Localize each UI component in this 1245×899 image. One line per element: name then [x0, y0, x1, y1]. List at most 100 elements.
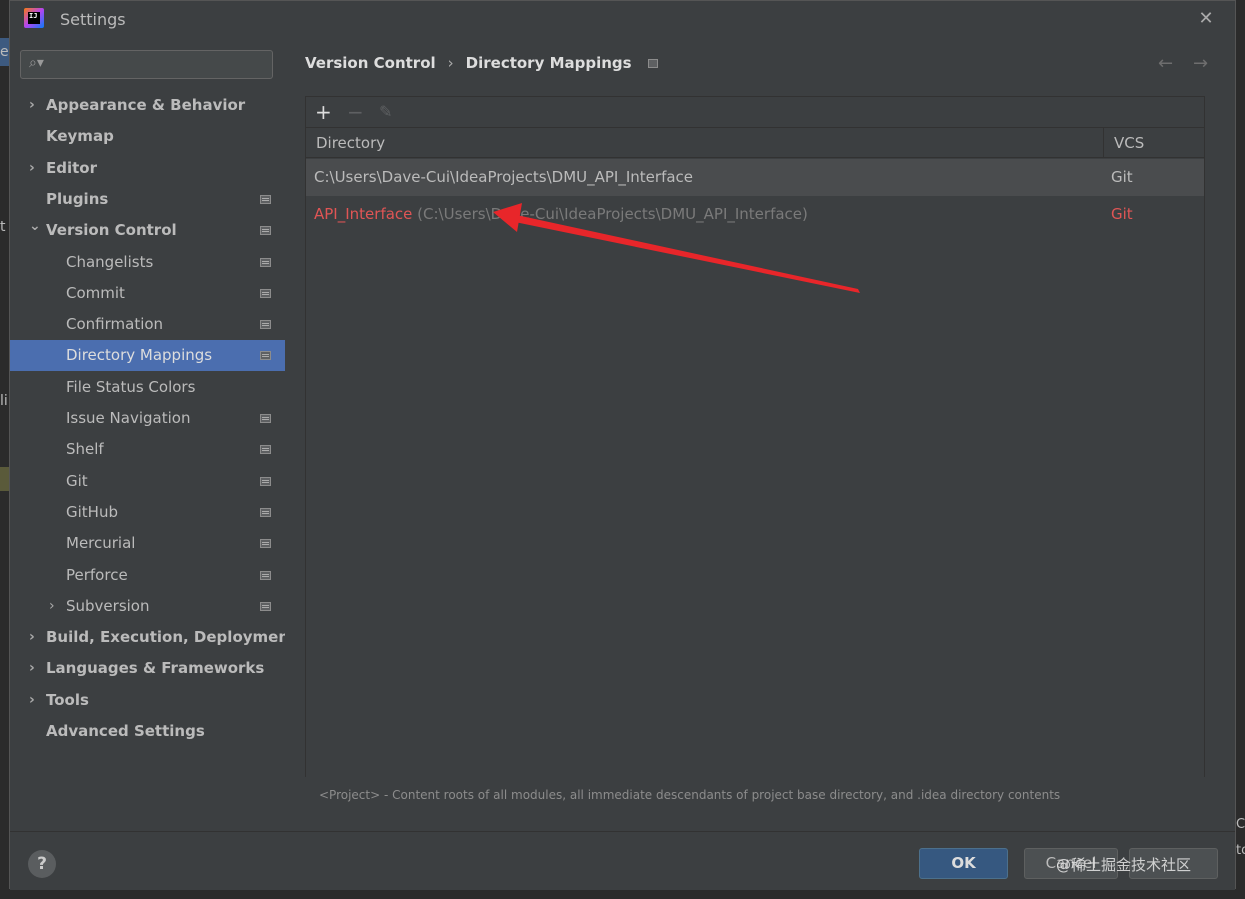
- table-row[interactable]: C:\Users\Dave-Cui\IdeaProjects\DMU_API_I…: [306, 159, 1204, 196]
- watermark: @稀土掘金技术社区: [1056, 856, 1192, 874]
- chevron-right-icon[interactable]: ›: [29, 685, 35, 716]
- background-text: to: [1236, 843, 1245, 858]
- row-root-name: API_Interface: [314, 205, 413, 223]
- project-scope-icon: [260, 194, 271, 204]
- sidebar-item-commit[interactable]: Commit: [10, 278, 285, 309]
- title-bar: IJ Settings ✕: [10, 1, 1235, 39]
- settings-dialog: IJ Settings ✕ ⌕▾ › Appearance & Behavior K…: [9, 0, 1236, 890]
- sidebar-item-file-status-colors[interactable]: File Status Colors: [10, 372, 285, 403]
- breadcrumb-current: Directory Mappings: [465, 54, 632, 72]
- chevron-right-icon[interactable]: ›: [29, 622, 35, 653]
- sidebar-item-tools[interactable]: › Tools: [10, 685, 285, 716]
- sidebar-item-label: Tools: [46, 690, 89, 709]
- sidebar-item-directory-mappings[interactable]: Directory Mappings: [10, 340, 285, 372]
- sidebar-item-label: Keymap: [46, 127, 114, 146]
- add-mapping-button[interactable]: +: [315, 100, 332, 124]
- sidebar-item-appearance-behavior[interactable]: › Appearance & Behavior: [10, 90, 285, 121]
- project-scope-icon: [260, 507, 271, 517]
- sidebar-item-label: Languages & Frameworks: [46, 659, 265, 678]
- sidebar-item-changelists[interactable]: Changelists: [10, 247, 285, 278]
- back-arrow-icon[interactable]: ←: [1158, 53, 1173, 74]
- row-directory: C:\Users\Dave-Cui\IdeaProjects\DMU_API_I…: [314, 168, 694, 186]
- chevron-right-icon[interactable]: ›: [29, 153, 35, 184]
- row-directory: API_Interface (C:\Users\Dave-Cui\IdeaPro…: [314, 196, 808, 233]
- background-ide-right: C to: [1236, 0, 1245, 899]
- mappings-toolbar: + − ✎: [306, 97, 1204, 128]
- sidebar-item-version-control[interactable]: ⌄ Version Control: [10, 215, 285, 246]
- project-scope-icon: [260, 414, 271, 423]
- chevron-right-icon[interactable]: ›: [49, 591, 55, 622]
- project-scope-icon: [260, 288, 271, 298]
- sidebar-item-label: Editor: [46, 158, 97, 177]
- breadcrumb-parent[interactable]: Version Control: [305, 54, 436, 72]
- background-text: t: [0, 219, 6, 235]
- remove-mapping-button[interactable]: −: [347, 100, 364, 124]
- project-scope-icon: [260, 351, 271, 361]
- background-ide-left: e t li: [0, 0, 9, 899]
- footnote: <Project> - Content roots of all modules…: [319, 788, 1061, 802]
- ok-button[interactable]: OK: [919, 848, 1008, 879]
- sidebar-item-label: Git: [66, 471, 88, 490]
- main-content: Version Control › Directory Mappings ← → +…: [285, 39, 1235, 831]
- sidebar-item-label: File Status Colors: [66, 377, 196, 396]
- sidebar-item-label: Appearance & Behavior: [46, 96, 246, 114]
- edit-mapping-button[interactable]: ✎: [379, 100, 392, 124]
- sidebar-item-subversion[interactable]: › Subversion: [10, 591, 285, 622]
- sidebar-item-label: Changelists: [66, 252, 154, 271]
- column-header-vcs[interactable]: VCS: [1114, 128, 1144, 158]
- sidebar-item-label: Confirmation: [66, 315, 164, 334]
- help-icon[interactable]: ?: [28, 850, 56, 878]
- forward-arrow-icon[interactable]: →: [1193, 53, 1208, 74]
- sidebar-item-perforce[interactable]: Perforce: [10, 560, 285, 591]
- sidebar-item-keymap[interactable]: Keymap: [10, 121, 285, 152]
- search-input[interactable]: ⌕▾: [20, 50, 273, 79]
- table-header: Directory VCS: [306, 128, 1204, 158]
- chevron-right-icon[interactable]: ›: [29, 653, 35, 684]
- row-vcs: Git: [1111, 168, 1133, 186]
- column-header-directory[interactable]: Directory: [316, 128, 385, 158]
- project-scope-icon: [260, 539, 271, 549]
- chevron-down-icon[interactable]: ⌄: [29, 211, 41, 242]
- dialog-footer: ? OK Cancel @稀土掘金技术社区: [10, 831, 1235, 890]
- sidebar-item-label: GitHub: [66, 502, 118, 521]
- sidebar-item-confirmation[interactable]: Confirmation: [10, 309, 285, 340]
- window-title: Settings: [60, 10, 126, 29]
- project-scope-icon: [260, 476, 271, 486]
- intellij-logo-icon: IJ: [24, 8, 44, 28]
- sidebar-item-mercurial[interactable]: Mercurial: [10, 528, 285, 559]
- sidebar-item-languages-frameworks[interactable]: › Languages & Frameworks: [10, 653, 285, 684]
- sidebar-item-build-execution-deployment[interactable]: › Build, Execution, Deployment: [10, 622, 296, 653]
- background-text: C: [1236, 817, 1245, 832]
- table-row[interactable]: API_Interface (C:\Users\Dave-Cui\IdeaPro…: [306, 196, 1204, 233]
- search-icon: ⌕▾: [29, 55, 44, 71]
- sidebar-item-label: Issue Navigation: [66, 409, 191, 427]
- chevron-right-icon[interactable]: ›: [29, 90, 35, 121]
- mappings-table: C:\Users\Dave-Cui\IdeaProjects\DMU_API_I…: [306, 159, 1204, 777]
- sidebar-item-label: Directory Mappings: [66, 346, 213, 365]
- sidebar-item-label: Build, Execution, Deployment: [46, 628, 297, 647]
- sidebar-item-plugins[interactable]: Plugins: [10, 184, 285, 215]
- sidebar-item-label: Version Control: [46, 221, 177, 240]
- project-scope-icon: [260, 257, 271, 267]
- sidebar-item-issue-navigation[interactable]: Issue Navigation: [10, 403, 285, 434]
- sidebar-item-label: Plugins: [46, 189, 109, 208]
- background-text: li: [0, 393, 8, 409]
- row-vcs: Git: [1111, 205, 1133, 223]
- sidebar-item-git[interactable]: Git: [10, 466, 285, 497]
- sidebar-item-label: Commit: [66, 283, 125, 302]
- sidebar-item-github[interactable]: GitHub: [10, 497, 285, 528]
- background-highlight: [0, 467, 9, 491]
- project-scope-icon: [260, 570, 271, 580]
- sidebar-item-label: Shelf: [66, 440, 104, 459]
- sidebar-item-shelf[interactable]: Shelf: [10, 434, 285, 465]
- sidebar-item-editor[interactable]: › Editor: [10, 153, 285, 184]
- project-scope-icon: [260, 601, 271, 611]
- project-scope-icon: [260, 445, 271, 455]
- settings-sidebar: ⌕▾ › Appearance & Behavior Keymap › Editor Pl…: [10, 39, 296, 831]
- background-text: e: [0, 44, 9, 60]
- column-divider[interactable]: [1103, 128, 1104, 158]
- sidebar-item-label: Advanced Settings: [46, 722, 205, 740]
- row-root-path: (C:\Users\Dave-Cui\IdeaProjects\DMU_API_…: [412, 205, 808, 223]
- sidebar-item-advanced-settings[interactable]: Advanced Settings: [10, 716, 285, 747]
- close-icon[interactable]: ✕: [1196, 9, 1216, 29]
